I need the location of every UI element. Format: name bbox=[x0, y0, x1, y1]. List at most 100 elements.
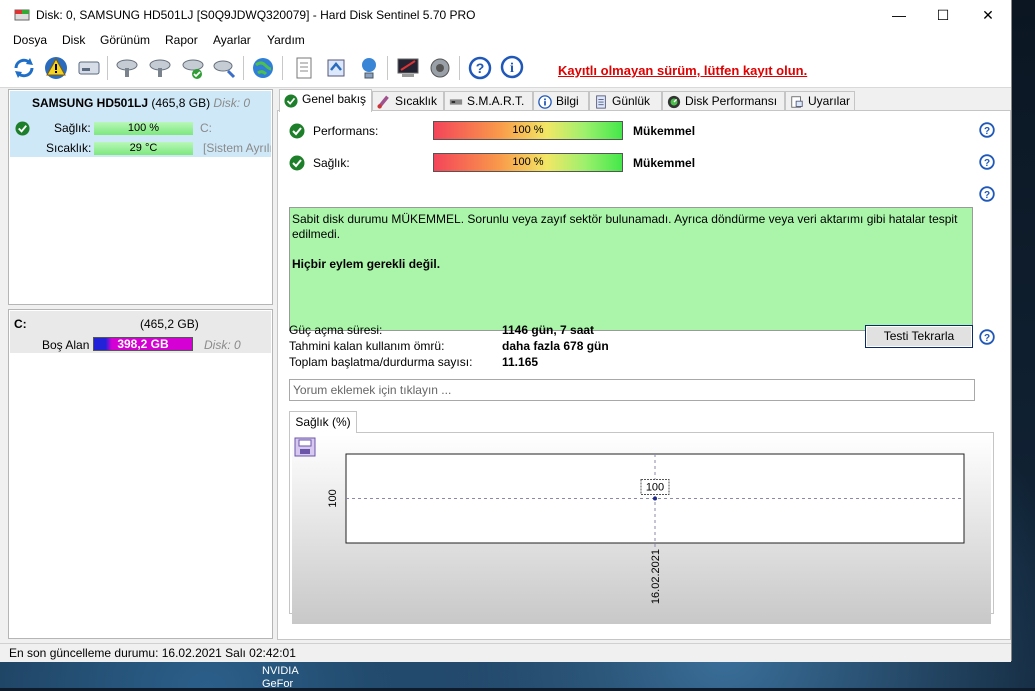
x-tick-label: 16.02.2021 bbox=[650, 549, 662, 604]
send-report-icon[interactable] bbox=[323, 55, 349, 81]
alerts-icon bbox=[791, 96, 803, 108]
disk-name: SAMSUNG HD501LJ bbox=[32, 96, 149, 110]
disk-temp-bar: 29 °C bbox=[94, 142, 193, 155]
disk-tool-2-icon[interactable] bbox=[147, 55, 173, 81]
retest-button-label: Testi Tekrarla bbox=[883, 329, 955, 343]
minimize-button[interactable]: — bbox=[876, 0, 922, 30]
tab-temperature[interactable]: Sıcaklık bbox=[372, 91, 444, 110]
health-status: Mükemmel bbox=[633, 156, 696, 170]
partition-size: (465,2 GB) bbox=[140, 317, 199, 331]
data-point[interactable] bbox=[653, 496, 657, 501]
disk-tool-3-icon[interactable] bbox=[212, 55, 238, 81]
menu-view[interactable]: Görünüm bbox=[100, 33, 150, 47]
disk-entry[interactable]: SAMSUNG HD501LJ (465,8 GB) Disk: 0 Sağlı… bbox=[10, 91, 271, 157]
status-help-icon[interactable]: ? bbox=[979, 186, 995, 202]
tab-info[interactable]: Bilgi bbox=[533, 91, 589, 110]
disk-temp-note: [Sistem Ayrılı bbox=[203, 141, 271, 155]
tab-strip: Genel bakış Sıcaklık S.M.A.R.T. Bilgi Gü… bbox=[277, 89, 1011, 112]
tab-log-label: Günlük bbox=[612, 94, 651, 108]
svg-text:?: ? bbox=[984, 126, 990, 137]
network-icon[interactable] bbox=[356, 55, 382, 81]
desktop-icon-label[interactable]: NVIDIA GeFor bbox=[262, 665, 299, 691]
refresh-icon[interactable] bbox=[11, 55, 37, 81]
left-pane: SAMSUNG HD501LJ (465,8 GB) Disk: 0 Sağlı… bbox=[8, 89, 273, 639]
maximize-button[interactable]: ☐ bbox=[920, 0, 966, 30]
chart-tab-label: Sağlık (%) bbox=[295, 415, 351, 429]
overview-panel: Performans: 100 % Mükemmel ? Sağlık: 100… bbox=[277, 110, 1011, 640]
disk-health-value: 100 % bbox=[127, 122, 160, 134]
disk-ok-icon[interactable] bbox=[180, 55, 206, 81]
menu-bar: Dosya Disk Görünüm Rapor Ayarlar Yardım bbox=[0, 30, 1011, 50]
smart-icon bbox=[449, 99, 463, 105]
menu-disk[interactable]: Disk bbox=[62, 33, 85, 47]
save-chart-icon[interactable] bbox=[294, 437, 316, 457]
menu-report[interactable]: Rapor bbox=[165, 33, 198, 47]
tab-overview-label: Genel bakış bbox=[302, 92, 367, 106]
tab-info-label: Bilgi bbox=[556, 94, 579, 108]
toolbar-separator bbox=[387, 56, 388, 80]
performance-label: Performans: bbox=[313, 124, 379, 138]
health-ok-icon bbox=[15, 121, 30, 136]
status-description-box: Sabit disk durumu MÜKEMMEL. Sorunlu veya… bbox=[289, 207, 973, 331]
y-tick-label: 100 bbox=[327, 489, 339, 507]
tab-smart[interactable]: S.M.A.R.T. bbox=[444, 91, 533, 110]
tab-alerts-label: Uyarılar bbox=[808, 94, 851, 108]
close-button[interactable]: ✕ bbox=[965, 0, 1011, 30]
power-on-value: 1146 gün, 7 saat bbox=[502, 323, 595, 337]
data-label: 100 bbox=[646, 482, 664, 494]
performance-bar: 100 % bbox=[433, 121, 623, 140]
svg-text:?: ? bbox=[984, 333, 990, 344]
toolbar-separator bbox=[459, 56, 460, 80]
app-window: Disk: 0, SAMSUNG HD501LJ [S0Q9JDWQ320079… bbox=[0, 0, 1012, 662]
report-icon[interactable] bbox=[291, 55, 317, 81]
title-bar[interactable]: Disk: 0, SAMSUNG HD501LJ [S0Q9JDWQ320079… bbox=[0, 0, 1011, 30]
partition-entry[interactable]: C: (465,2 GB) Boş Alan 398,2 GB Disk: 0 bbox=[10, 311, 271, 353]
partition-disk: Disk: 0 bbox=[204, 338, 241, 352]
alert-config-icon[interactable] bbox=[395, 55, 421, 81]
health-value: 100 % bbox=[512, 156, 544, 168]
health-help-icon[interactable]: ? bbox=[979, 154, 995, 170]
menu-file[interactable]: Dosya bbox=[13, 33, 47, 47]
status-bar: En son güncelleme durumu: 16.02.2021 Sal… bbox=[0, 643, 1011, 662]
log-icon bbox=[596, 95, 606, 109]
power-on-label: Güç açma süresi: bbox=[289, 323, 383, 337]
tab-disk-performance[interactable]: Disk Performansı bbox=[662, 91, 785, 110]
disk-temp-value: 29 °C bbox=[129, 142, 158, 154]
disk-tool-1-icon[interactable] bbox=[114, 55, 140, 81]
free-space-label: Boş Alan bbox=[42, 338, 90, 352]
disk-title-row: SAMSUNG HD501LJ (465,8 GB) Disk: 0 bbox=[32, 96, 250, 110]
disk-size: (465,8 GB) bbox=[151, 96, 211, 110]
register-link[interactable]: Kayıtlı olmayan sürüm, lütfen kayıt olun… bbox=[558, 63, 807, 78]
status-description-text: Sabit disk durumu MÜKEMMEL. Sorunlu veya… bbox=[292, 212, 958, 241]
tab-temperature-label: Sıcaklık bbox=[395, 94, 438, 108]
svg-text:?: ? bbox=[984, 158, 990, 169]
disk-icon[interactable] bbox=[76, 55, 102, 81]
globe-icon[interactable] bbox=[250, 55, 276, 81]
sound-icon[interactable] bbox=[427, 55, 453, 81]
tab-overview[interactable]: Genel bakış bbox=[279, 89, 372, 112]
start-stop-label: Toplam başlatma/durdurma sayısı: bbox=[289, 355, 473, 369]
menu-help[interactable]: Yardım bbox=[267, 33, 305, 47]
retest-help-icon[interactable]: ? bbox=[979, 329, 995, 345]
health-label: Sağlık: bbox=[313, 156, 350, 170]
tab-log[interactable]: Günlük bbox=[589, 91, 662, 110]
toolbar-separator bbox=[107, 56, 108, 80]
chart-tab-health[interactable]: Sağlık (%) bbox=[289, 411, 357, 433]
lifetime-value: daha fazla 678 gün bbox=[502, 339, 609, 353]
free-space-value: 398,2 GB bbox=[117, 337, 169, 351]
window-title: Disk: 0, SAMSUNG HD501LJ [S0Q9JDWQ320079… bbox=[36, 8, 476, 22]
warning-icon[interactable] bbox=[43, 55, 69, 81]
start-stop-value: 11.165 bbox=[502, 355, 539, 369]
retest-button[interactable]: Testi Tekrarla bbox=[865, 325, 973, 348]
menu-settings[interactable]: Ayarlar bbox=[213, 33, 251, 47]
thermometer-icon bbox=[377, 95, 389, 109]
help-icon[interactable]: ? bbox=[467, 55, 493, 81]
info-icon[interactable]: i bbox=[499, 55, 525, 81]
lifetime-label: Tahmini kalan kullanım ömrü: bbox=[289, 339, 445, 353]
comment-input[interactable] bbox=[289, 379, 975, 401]
gauge-icon bbox=[667, 95, 681, 109]
performance-help-icon[interactable]: ? bbox=[979, 122, 995, 138]
performance-value: 100 % bbox=[512, 124, 544, 136]
tab-alerts[interactable]: Uyarılar bbox=[785, 91, 855, 110]
svg-text:?: ? bbox=[984, 190, 990, 201]
